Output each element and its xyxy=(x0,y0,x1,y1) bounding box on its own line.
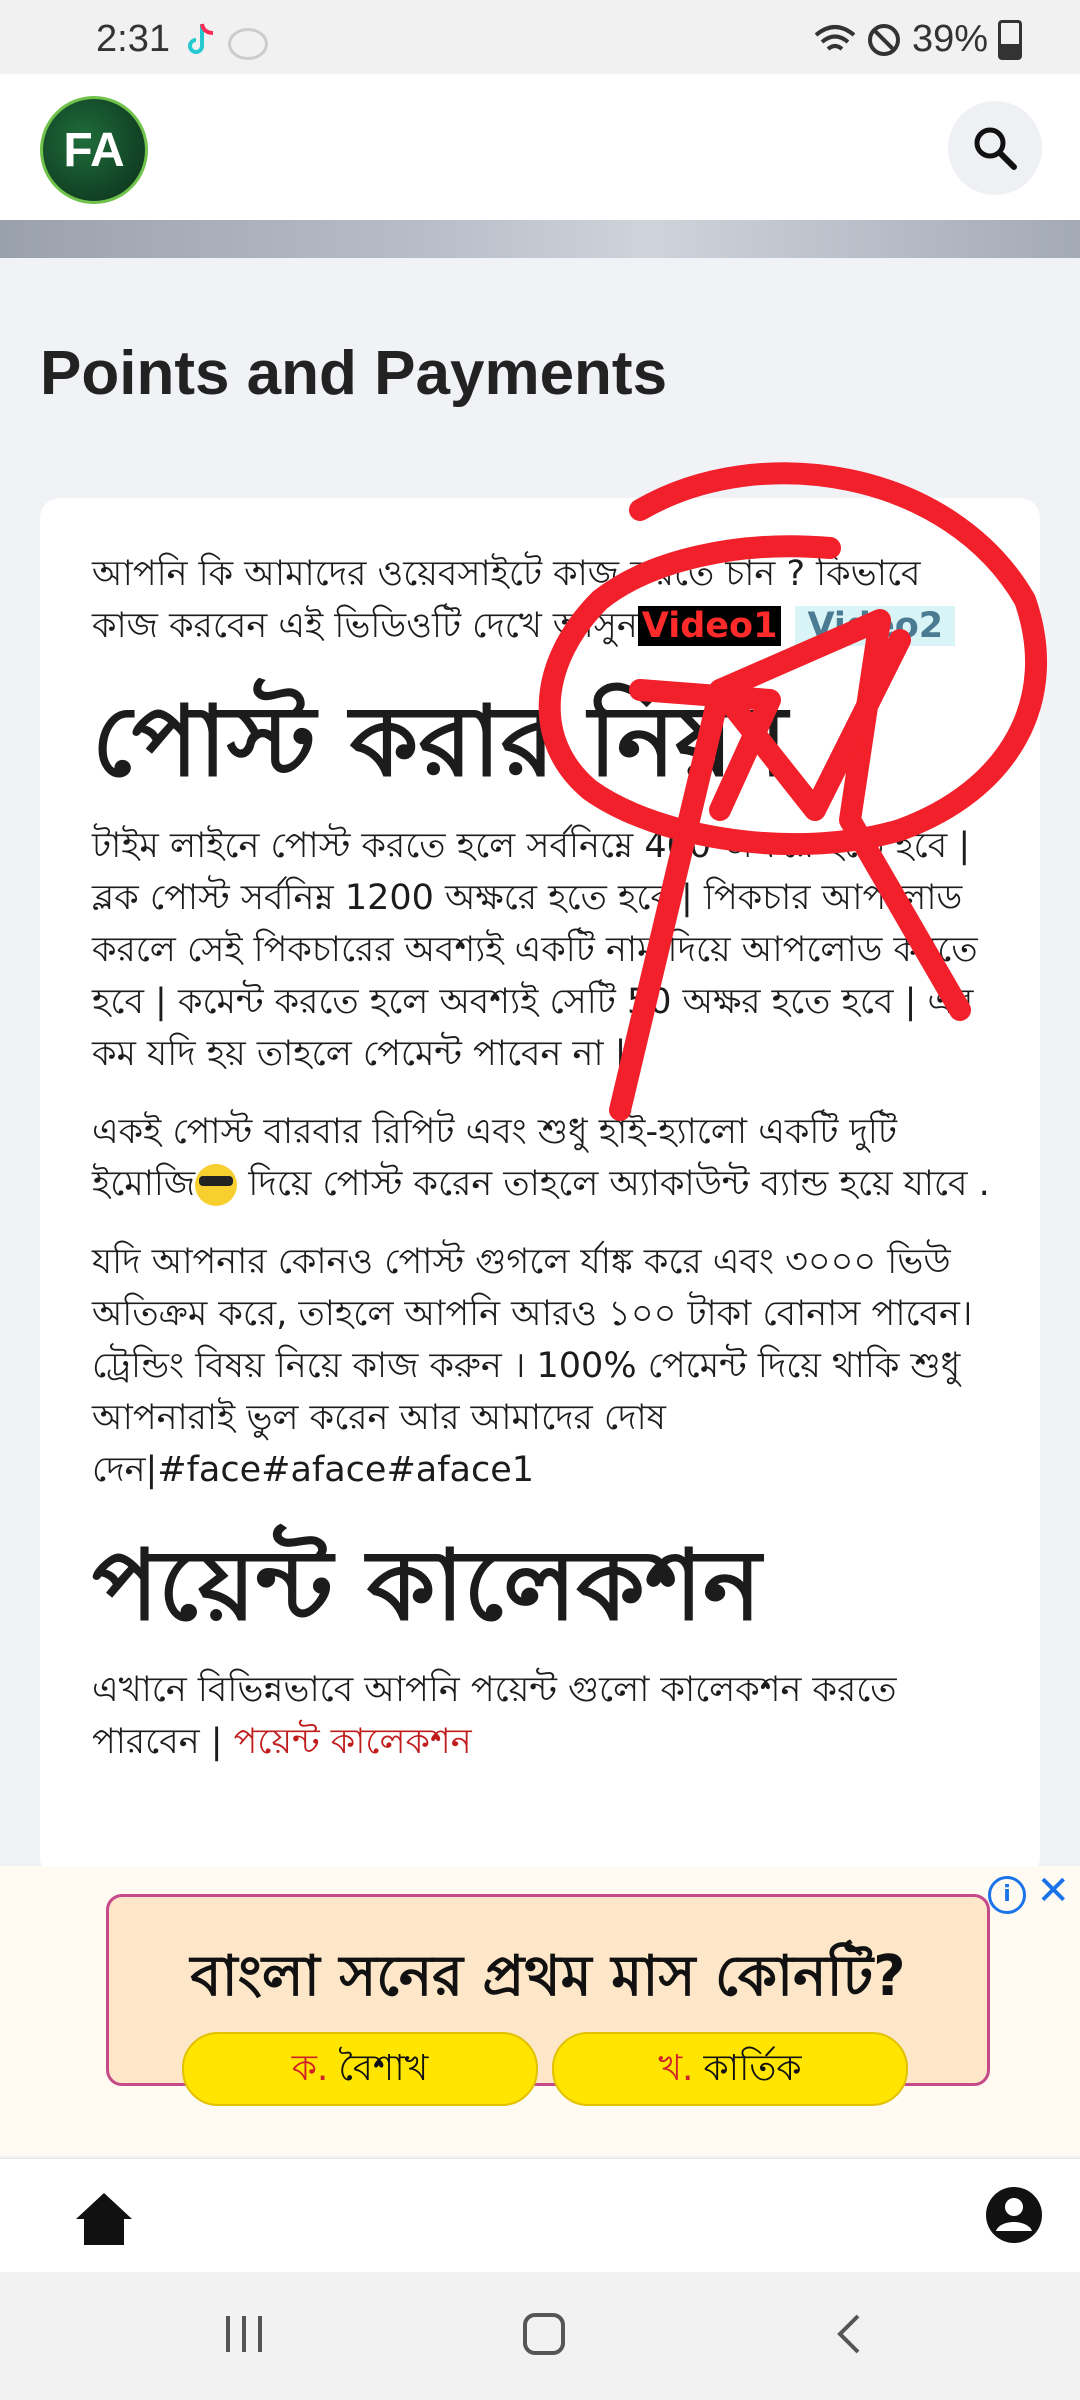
status-time: 2:31 xyxy=(96,18,170,60)
ad-option-2-label: কার্তিক xyxy=(703,2048,802,2089)
sunglasses-emoji-icon xyxy=(195,1164,238,1206)
ad-info-icon[interactable]: i xyxy=(988,1876,1026,1914)
battery-percent: 39% xyxy=(911,18,988,60)
bottom-navigation xyxy=(0,2158,1080,2273)
ad-question: বাংলা সনের প্রথম মাস কোনটি? xyxy=(190,1944,906,2009)
battery-icon xyxy=(998,19,1022,60)
search-button[interactable] xyxy=(948,101,1042,195)
wifi-icon xyxy=(814,24,856,51)
video1-link[interactable]: Video1 xyxy=(637,606,782,646)
rules-paragraph-3: যদি আপনার কোনও পোস্ট গুগলে র্যাঙ্ক করে এ… xyxy=(92,1242,973,1490)
ad-option-1[interactable]: ক. বৈশাখ xyxy=(182,2032,538,2106)
rules-paragraph-2: একই পোস্ট বারবার রিপিট এবং শুধু হাই-হ্যা… xyxy=(92,1106,992,1210)
video2-link[interactable]: Video2 xyxy=(795,606,956,646)
account-icon[interactable] xyxy=(984,2185,1044,2245)
ad-option-1-label: বৈশাখ xyxy=(338,2048,429,2089)
search-icon xyxy=(974,127,1017,170)
rules-paragraph-2-end: দিয়ে পোস্ট করেন তাহলে অ্যাকাউন্ট ব্যান্… xyxy=(237,1164,990,1204)
ad-banner[interactable]: i ✕ বাংলা সনের প্রথম মাস কোনটি? ক. বৈশাখ … xyxy=(0,1866,1080,2156)
ad-option-2-key: খ. xyxy=(658,2048,694,2089)
rules-paragraph-1: টাইম লাইনে পোস্ট করতে হলে সর্বনিম্নে 400… xyxy=(92,826,978,1074)
system-navigation-bar xyxy=(0,2272,1080,2400)
back-icon[interactable] xyxy=(828,2312,872,2356)
status-bar: 2:31 39% xyxy=(0,0,1080,74)
rules-heading: পোস্ট করার নিয়ম xyxy=(92,685,788,799)
ad-close-icon[interactable]: ✕ xyxy=(1036,1868,1070,1914)
points-heading: পয়েন্ট কালেকশন xyxy=(92,1529,762,1643)
intro-paragraph: আপনি কি আমাদের ওয়েবসাইটে কাজ করতে চান ?… xyxy=(92,548,992,652)
points-paragraph: এখানে বিভিন্নভাবে আপনি পয়েন্ট গুলো কালে… xyxy=(92,1664,992,1768)
status-right: 39% xyxy=(814,18,1022,61)
logo-text: FA xyxy=(63,123,125,177)
ad-option-2[interactable]: খ. কার্তিক xyxy=(552,2032,908,2106)
app-header: FA xyxy=(0,74,1080,220)
ad-option-1-key: ক. xyxy=(291,2048,329,2089)
points-text: এখানে বিভিন্নভাবে আপনি পয়েন্ট গুলো কালে… xyxy=(92,1670,897,1762)
article-body: আপনি কি আমাদের ওয়েবসাইটে কাজ করতে চান ?… xyxy=(92,548,992,1794)
home-icon[interactable] xyxy=(72,2189,136,2249)
tiktok-icon xyxy=(188,23,214,54)
page-title: Points and Payments xyxy=(40,339,668,408)
do-not-disturb-icon xyxy=(867,23,900,56)
home-nav-icon[interactable] xyxy=(522,2312,566,2356)
notification-icon xyxy=(228,28,268,60)
cover-image xyxy=(0,220,1080,258)
site-logo[interactable]: FA xyxy=(40,96,148,204)
points-collection-link[interactable]: পয়েন্ট কালেকশন xyxy=(234,1722,472,1762)
recent-apps-icon[interactable] xyxy=(222,2312,266,2356)
